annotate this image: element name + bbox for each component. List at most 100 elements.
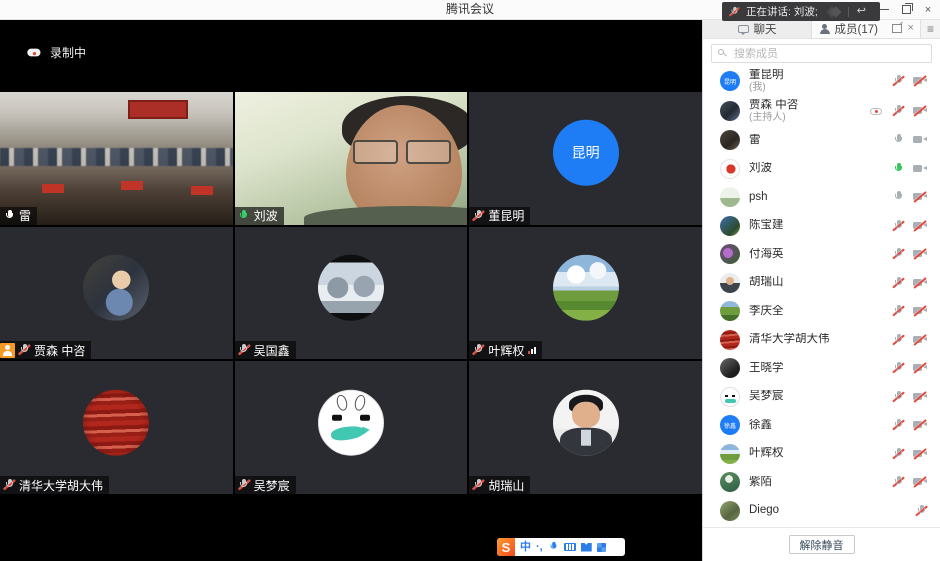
avatar <box>720 301 740 321</box>
sogou-logo-icon[interactable]: S <box>497 538 515 556</box>
member-row-wumengchen[interactable]: 吴梦宸 <box>703 383 940 412</box>
member-row-fuhaiying[interactable]: 付海英 <box>703 240 940 269</box>
camera-muted-icon[interactable] <box>913 192 927 202</box>
mic-speaking-icon[interactable] <box>893 163 904 175</box>
video-tile-wumengchen[interactable]: 吴梦宸 <box>235 361 468 494</box>
close-button[interactable]: × <box>920 2 936 18</box>
camera-muted-icon[interactable] <box>913 449 927 459</box>
camera-muted-icon[interactable] <box>913 363 927 373</box>
member-search[interactable] <box>711 44 932 63</box>
panel-close-icon[interactable]: × <box>908 23 914 34</box>
toolbox-icon[interactable] <box>597 543 606 552</box>
camera-muted-icon[interactable] <box>913 477 927 487</box>
member-name: 董昆明 <box>749 69 884 82</box>
menu-icon[interactable]: ≡ <box>920 19 940 38</box>
mic-muted-icon[interactable] <box>893 334 904 346</box>
camera-muted-icon[interactable] <box>913 420 927 430</box>
search-input[interactable] <box>732 47 925 61</box>
video-tile-wuguoxin[interactable]: 吴国鑫 <box>235 227 468 360</box>
return-arrow-icon[interactable]: ↩ <box>857 6 866 17</box>
mic-muted-icon[interactable] <box>893 248 904 260</box>
mic-muted-icon <box>239 344 250 356</box>
member-list[interactable]: 昆明 董昆明(我) 贾森 中咨(主持人) 雷 刘波 psh 陈宝建 <box>703 66 940 527</box>
tab-members[interactable]: 成员(17) <box>812 19 886 38</box>
member-row-liubo[interactable]: 刘波 <box>703 155 940 184</box>
video-tile-hurushan[interactable]: 胡瑞山 <box>469 361 702 494</box>
avatar <box>720 330 740 350</box>
avatar <box>720 358 740 378</box>
avatar <box>318 389 384 455</box>
input-method-toolbar[interactable]: S 中 ·, <box>497 538 625 556</box>
member-row-hudawei[interactable]: 清华大学胡大伟 <box>703 326 940 355</box>
punctuation-icon[interactable]: ·, <box>536 542 543 553</box>
camera-muted-icon[interactable] <box>913 392 927 402</box>
member-role: (主持人) <box>749 112 861 124</box>
member-row-diego[interactable]: Diego <box>703 497 940 526</box>
video-tile-yehuiquan[interactable]: 叶辉权 <box>469 227 702 360</box>
camera-muted-icon[interactable] <box>913 221 927 231</box>
mic-muted-icon[interactable] <box>893 75 904 87</box>
camera-muted-icon[interactable] <box>913 278 927 288</box>
restore-button[interactable] <box>898 2 914 18</box>
member-row-yehuiquan[interactable]: 叶辉权 <box>703 440 940 469</box>
member-row-wangxiaoxue[interactable]: 王晓学 <box>703 354 940 383</box>
mic-muted-icon[interactable] <box>893 277 904 289</box>
avatar <box>318 255 384 321</box>
host-badge-icon <box>0 343 15 358</box>
mic-muted-icon[interactable] <box>893 448 904 460</box>
avatar: 昆明 <box>553 120 619 186</box>
avatar <box>720 159 740 179</box>
mic-muted-icon[interactable] <box>893 419 904 431</box>
member-row-xuxin[interactable]: 徐鑫 徐鑫 <box>703 411 940 440</box>
chinese-mode-icon[interactable]: 中 <box>520 542 531 553</box>
camera-muted-icon[interactable] <box>913 335 927 345</box>
member-row-hurushan[interactable]: 胡瑞山 <box>703 269 940 298</box>
member-row-zimo[interactable]: 紫陌 <box>703 468 940 497</box>
member-row-jiasen[interactable]: 贾森 中咨(主持人) <box>703 96 940 126</box>
member-row-psh[interactable]: psh <box>703 183 940 212</box>
mic-on-icon[interactable] <box>893 134 904 146</box>
camera-muted-icon[interactable] <box>913 249 927 259</box>
video-tile-liubo[interactable]: 刘波 <box>235 92 468 225</box>
video-tile-jiasen[interactable]: 贾森 中咨 <box>0 227 233 360</box>
popout-icon[interactable] <box>892 24 902 33</box>
participant-name: 叶辉权 <box>488 342 524 359</box>
mic-muted-icon <box>19 344 30 356</box>
video-tile-lei[interactable]: 雷 <box>0 92 233 225</box>
skin-icon[interactable] <box>581 543 592 552</box>
camera-muted-icon[interactable] <box>913 76 927 86</box>
mic-muted-icon[interactable] <box>893 391 904 403</box>
video-tile-dongkunming[interactable]: 昆明 董昆明 <box>469 92 702 225</box>
voice-input-icon[interactable] <box>549 542 558 552</box>
mic-on-icon[interactable] <box>893 191 904 203</box>
unmute-button[interactable]: 解除静音 <box>789 535 855 554</box>
tab-chat[interactable]: 聊天 <box>703 19 812 38</box>
camera-muted-icon[interactable] <box>913 106 927 116</box>
keyboard-icon[interactable] <box>564 543 576 551</box>
member-row-liqingquan[interactable]: 李庆全 <box>703 297 940 326</box>
camera-on-icon[interactable] <box>913 164 927 174</box>
member-name: 雷 <box>749 134 884 147</box>
mic-muted-icon[interactable] <box>893 220 904 232</box>
camera-on-icon[interactable] <box>913 135 927 145</box>
camera-muted-icon[interactable] <box>913 306 927 316</box>
logo-peaks-icon <box>828 8 840 16</box>
member-name: 刘波 <box>749 162 884 175</box>
mic-muted-icon[interactable] <box>893 305 904 317</box>
participant-name: 胡瑞山 <box>488 477 524 494</box>
mic-muted-icon[interactable] <box>916 505 927 517</box>
mic-muted-icon[interactable] <box>893 362 904 374</box>
mic-muted-icon[interactable] <box>893 105 904 117</box>
mic-muted-icon <box>473 344 484 356</box>
close-icon: × <box>925 4 931 16</box>
video-tile-hudawei[interactable]: 清华大学胡大伟 <box>0 361 233 494</box>
mic-muted-icon[interactable] <box>893 476 904 488</box>
member-row-lei[interactable]: 雷 <box>703 126 940 155</box>
member-row-dongkunming[interactable]: 昆明 董昆明(我) <box>703 66 940 96</box>
avatar: 徐鑫 <box>720 415 740 435</box>
avatar <box>83 389 149 455</box>
name-label: 刘波 <box>235 207 284 225</box>
member-row-chenbaojian[interactable]: 陈宝建 <box>703 212 940 241</box>
mic-muted-icon <box>239 479 250 491</box>
name-label: 清华大学胡大伟 <box>0 476 109 494</box>
